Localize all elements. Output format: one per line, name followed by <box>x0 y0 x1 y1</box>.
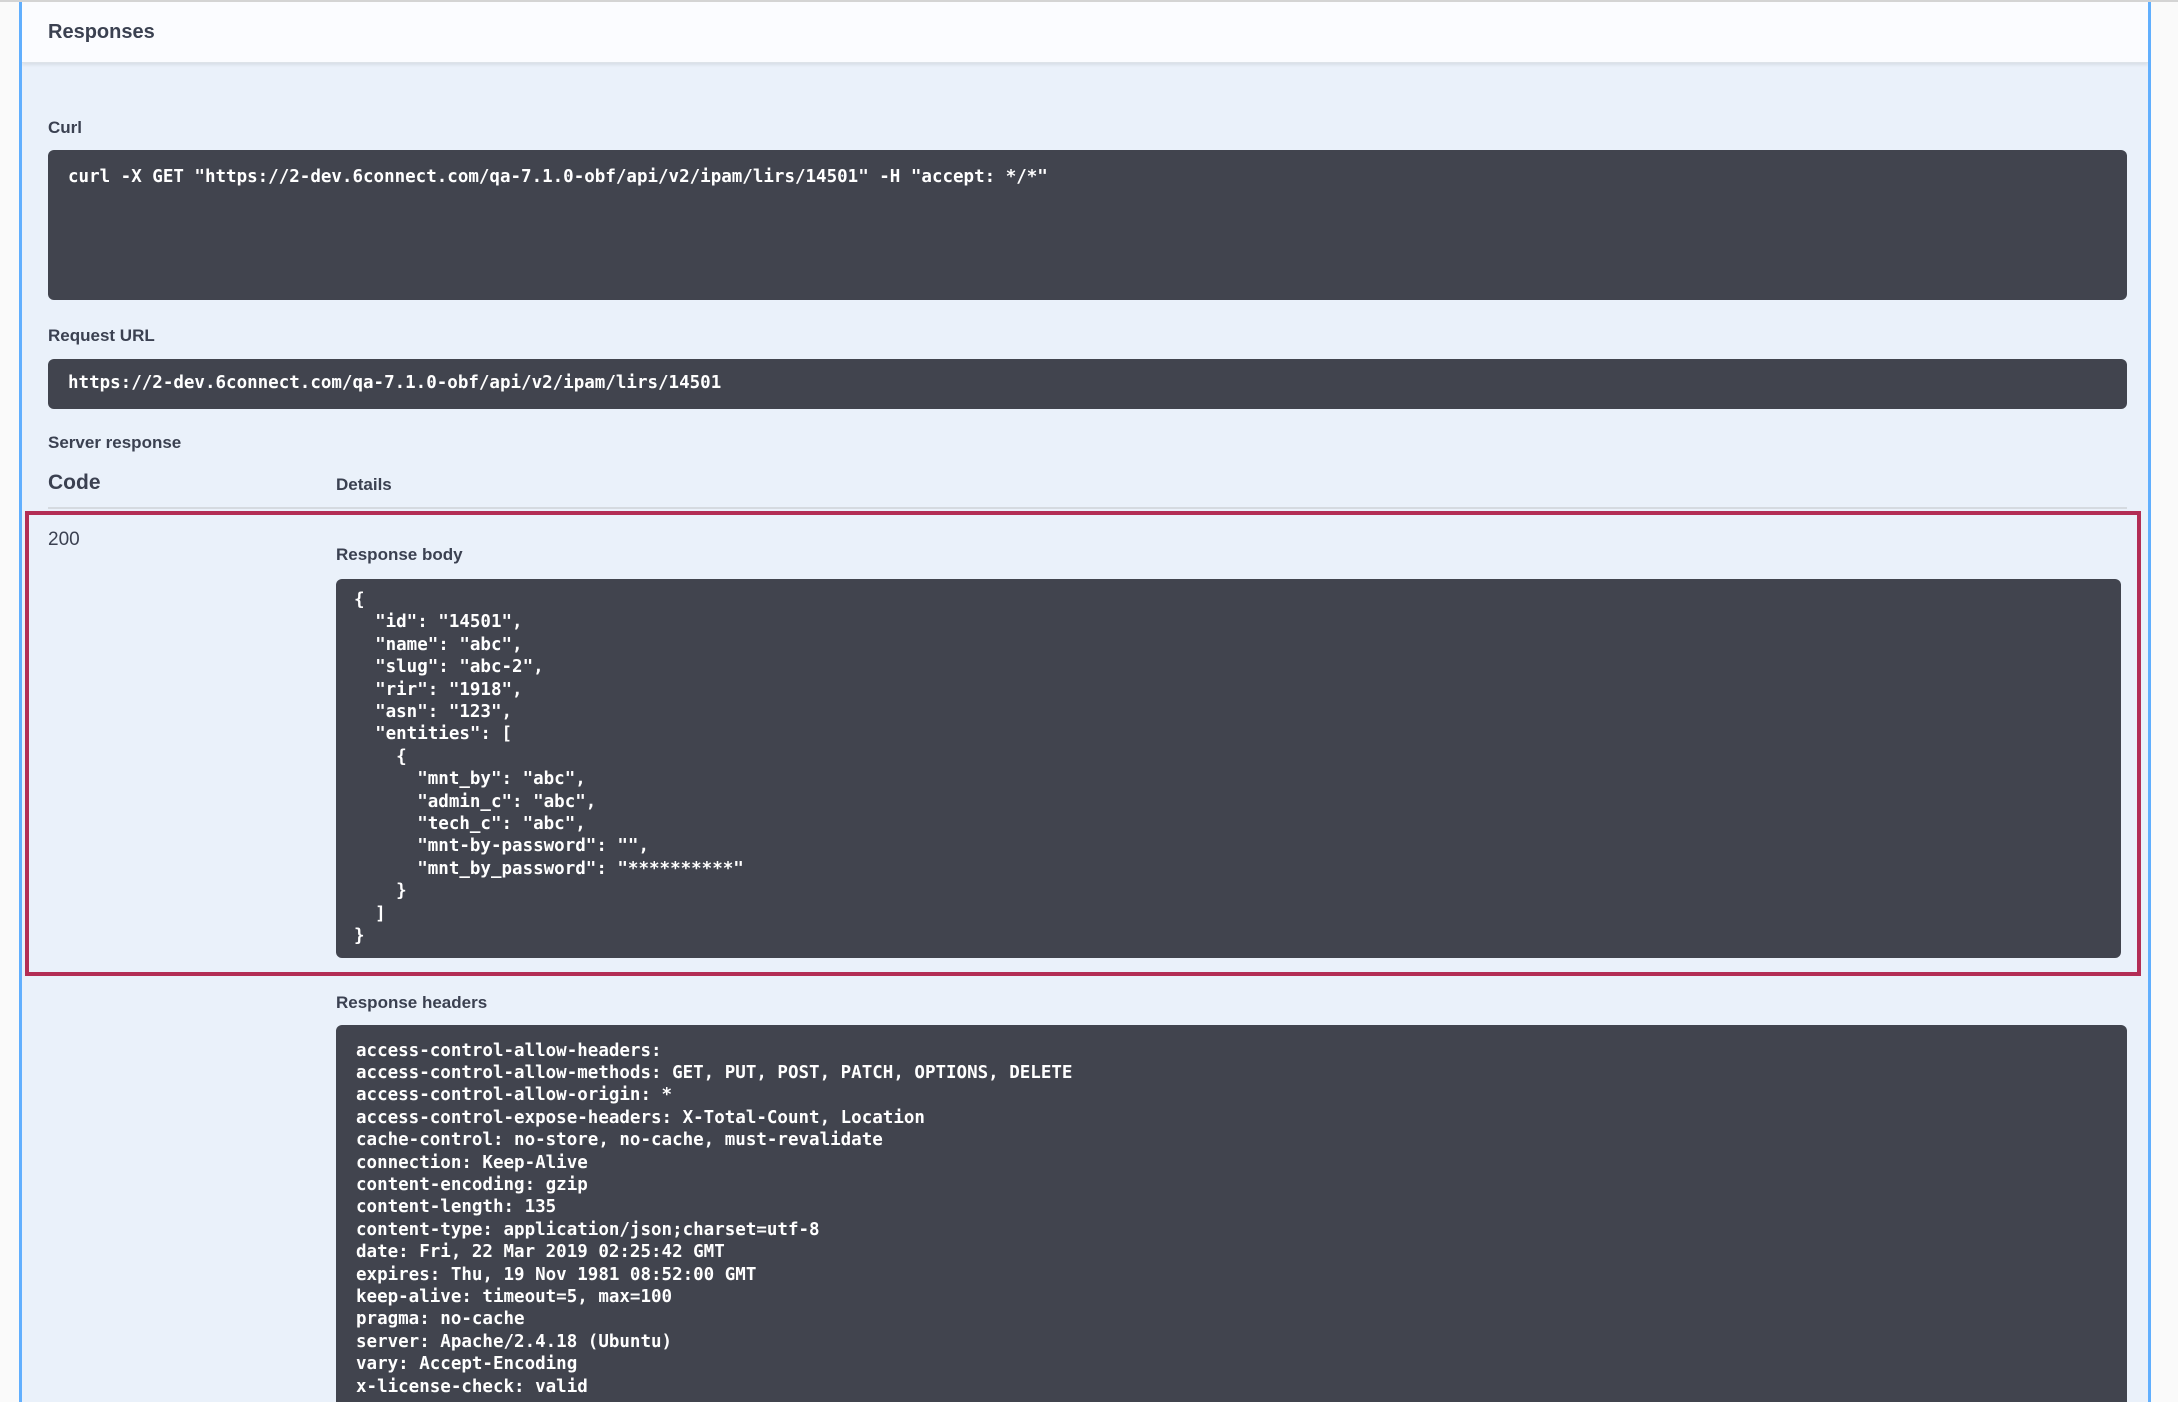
response-details: Response body { "id": "14501", "name": "… <box>336 529 2125 958</box>
request-url-label: Request URL <box>48 326 2127 346</box>
response-headers-block: access-control-allow-headers: access-con… <box>336 1025 2127 1402</box>
operation-block-get: Responses Curl curl -X GET "https://2-de… <box>19 2 2151 1402</box>
responses-body: Curl curl -X GET "https://2-dev.6connect… <box>22 63 2148 1402</box>
curl-label: Curl <box>48 118 2127 138</box>
curl-command-block[interactable]: curl -X GET "https://2-dev.6connect.com/… <box>48 150 2127 300</box>
response-headers-label: Response headers <box>336 993 2127 1013</box>
responses-section-header: Responses <box>22 2 2148 63</box>
response-body-label: Response body <box>336 545 2125 565</box>
request-url-value: https://2-dev.6connect.com/qa-7.1.0-obf/… <box>48 359 2127 409</box>
response-body-json: { "id": "14501", "name": "abc", "slug": … <box>336 579 2121 958</box>
server-response-label: Server response <box>48 433 2127 453</box>
details-column-header: Details <box>336 475 392 495</box>
swagger-responses-screen: Responses Curl curl -X GET "https://2-de… <box>0 0 2178 1402</box>
code-column-header: Code <box>48 471 336 495</box>
response-table-header: Code Details <box>48 471 2127 509</box>
response-status-code: 200 <box>48 529 336 551</box>
responses-title: Responses <box>48 21 155 44</box>
current-response-row: 200 Response body { "id": "14501", "name… <box>25 511 2141 976</box>
